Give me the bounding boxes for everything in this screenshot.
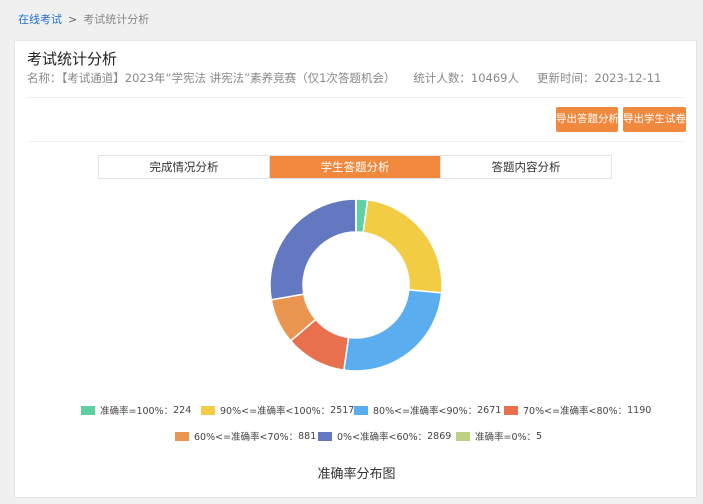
legend-value: 5 (536, 430, 543, 442)
legend-item[interactable]: 80%<=准确率<90%： 2671 (354, 403, 501, 417)
legend-swatch (81, 405, 95, 415)
legend-item[interactable]: 准确率=0%： 5 (456, 429, 542, 443)
donut-slice-1[interactable] (362, 198, 443, 294)
legend-item[interactable]: 90%<=准确率<100%： 2517 (201, 403, 354, 417)
legend-value: 1190 (627, 404, 652, 416)
donut-slice-2[interactable] (343, 289, 443, 372)
legend-label: 准确率=100%： (100, 406, 174, 417)
chart-title: 准确率分布图 (317, 467, 396, 482)
donut-slice-5[interactable] (269, 198, 357, 301)
legend-item[interactable]: 准确率=100%： 224 (81, 403, 191, 417)
legend-label: 60%<=准确率<70%： (194, 432, 299, 443)
legend-swatch (456, 431, 470, 441)
breadcrumb-home-link[interactable]: 在线考试 (18, 13, 62, 26)
breadcrumb-separator: > (68, 13, 78, 26)
legend-swatch (318, 431, 332, 441)
stats-card: 考试统计分析 名称：【考试通道】2023年“学宪法 讲宪法”素养竞赛（仅1次答题… (14, 40, 697, 498)
legend-swatch (354, 405, 368, 415)
legend-label: 准确率=0%： (475, 432, 537, 443)
breadcrumb-current: 考试统计分析 (83, 13, 150, 26)
legend-item[interactable]: 0%<准确率<60%： 2869 (318, 429, 451, 443)
legend-label: 80%<=准确率<90%： (373, 406, 478, 417)
legend-label: 70%<=准确率<80%： (523, 406, 628, 417)
legend-value: 881 (298, 430, 317, 442)
legend-value: 2671 (477, 404, 502, 416)
legend-label: 0%<准确率<60%： (337, 432, 428, 443)
breadcrumb: 在线考试 > 考试统计分析 (18, 11, 149, 27)
legend-swatch (201, 405, 215, 415)
legend-value: 224 (173, 404, 192, 416)
legend-swatch (504, 405, 518, 415)
legend-label: 90%<=准确率<100%： (220, 406, 331, 417)
legend-value: 2869 (427, 430, 452, 442)
legend-value: 2517 (330, 404, 355, 416)
legend-item[interactable]: 60%<=准确率<70%： 881 (175, 429, 316, 443)
legend-item[interactable]: 70%<=准确率<80%： 1190 (504, 403, 651, 417)
legend-swatch (175, 431, 189, 441)
